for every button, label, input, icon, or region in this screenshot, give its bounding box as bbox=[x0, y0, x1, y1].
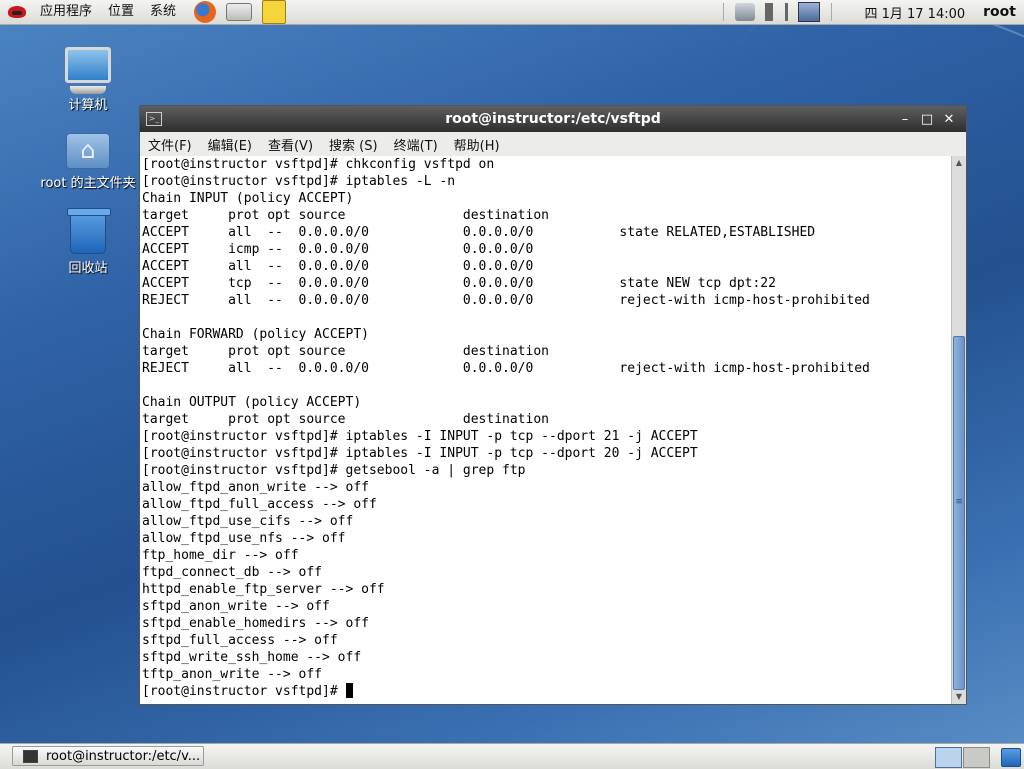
desktop-icon-computer[interactable]: 计算机 bbox=[38, 47, 138, 113]
menu-file[interactable]: 文件(F) bbox=[140, 135, 200, 154]
clock[interactable]: 四 1月 17 14:00 bbox=[864, 3, 965, 22]
mail-client-icon[interactable] bbox=[226, 3, 253, 21]
terminal-line: allow_ftpd_use_nfs --> off bbox=[142, 531, 346, 546]
workspace-2[interactable] bbox=[963, 747, 990, 768]
workspace-switcher bbox=[935, 747, 991, 768]
computer-stand bbox=[70, 86, 106, 94]
window-title: root@instructor:/etc/vsftpd bbox=[445, 111, 661, 127]
terminal-text: [root@instructor vsftpd]# chkconfig vsft… bbox=[140, 156, 951, 700]
menu-search[interactable]: 搜索 (S) bbox=[321, 135, 386, 154]
terminal-line: Chain INPUT (policy ACCEPT) bbox=[142, 191, 354, 206]
terminal-line: ftp_home_dir --> off bbox=[142, 548, 299, 563]
volume-icon[interactable] bbox=[765, 3, 789, 21]
network-manager-icon[interactable] bbox=[735, 3, 756, 21]
close-icon[interactable]: ✕ bbox=[938, 112, 960, 127]
desktop-icon-label: 回收站 bbox=[68, 261, 108, 276]
menu-system[interactable]: 系统 bbox=[142, 0, 184, 24]
trash-icon bbox=[67, 208, 111, 254]
taskbar-window-label: root@instructor:/etc/v... bbox=[46, 748, 201, 764]
home-folder-icon bbox=[66, 133, 110, 169]
redhat-logo-icon[interactable] bbox=[6, 3, 28, 21]
terminal-line: httpd_enable_ftp_server --> off bbox=[142, 582, 385, 597]
user-menu[interactable]: root bbox=[983, 4, 1016, 20]
window-titlebar[interactable]: >_ root@instructor:/etc/vsftpd – □ ✕ bbox=[140, 106, 966, 132]
top-panel: 应用程序 位置 系统 四 1月 17 14:00 root bbox=[0, 0, 1024, 25]
tray-separator bbox=[831, 3, 833, 21]
terminal-line: REJECT all -- 0.0.0.0/0 0.0.0.0/0 reject… bbox=[142, 361, 870, 376]
vertical-scrollbar[interactable]: ▲ ▼ bbox=[951, 156, 966, 704]
minimize-icon[interactable]: – bbox=[894, 112, 916, 127]
menu-terminal[interactable]: 终端(T) bbox=[386, 135, 446, 154]
desktop-icon-label: 计算机 bbox=[68, 98, 108, 113]
terminal-output[interactable]: [root@instructor vsftpd]# chkconfig vsft… bbox=[140, 156, 951, 704]
terminal-line: Chain FORWARD (policy ACCEPT) bbox=[142, 327, 369, 342]
menu-help[interactable]: 帮助(H) bbox=[446, 135, 508, 154]
terminal-line: sftpd_write_ssh_home --> off bbox=[142, 650, 362, 665]
menu-edit[interactable]: 编辑(E) bbox=[200, 135, 260, 154]
terminal-line: [root@instructor vsftpd]# iptables -I IN… bbox=[142, 429, 698, 444]
menu-view[interactable]: 查看(V) bbox=[260, 135, 321, 154]
scroll-down-icon[interactable]: ▼ bbox=[952, 690, 966, 704]
terminal-line: ACCEPT all -- 0.0.0.0/0 0.0.0.0/0 state … bbox=[142, 225, 816, 240]
desktop-icon-home[interactable]: root 的主文件夹 bbox=[38, 133, 138, 191]
terminal-window[interactable]: >_ root@instructor:/etc/vsftpd – □ ✕ 文件(… bbox=[139, 105, 967, 705]
terminal-line: allow_ftpd_anon_write --> off bbox=[142, 480, 369, 495]
menu-applications[interactable]: 应用程序 bbox=[32, 0, 100, 24]
terminal-line: ACCEPT tcp -- 0.0.0.0/0 0.0.0.0/0 state … bbox=[142, 276, 776, 291]
bottom-panel: root@instructor:/etc/v... bbox=[0, 743, 1024, 769]
terminal-line: sftpd_full_access --> off bbox=[142, 633, 338, 648]
firefox-icon[interactable] bbox=[194, 1, 217, 23]
tray-separator bbox=[723, 3, 725, 21]
taskbar-window-button[interactable]: root@instructor:/etc/v... bbox=[12, 746, 204, 766]
terminal-line: [root@instructor vsftpd]# chkconfig vsft… bbox=[142, 157, 495, 172]
computer-icon bbox=[65, 47, 111, 83]
notes-editor-icon[interactable] bbox=[262, 0, 287, 24]
terminal-prompt: [root@instructor vsftpd]# bbox=[142, 684, 346, 699]
terminal-line: ACCEPT icmp -- 0.0.0.0/0 0.0.0.0/0 bbox=[142, 242, 534, 257]
terminal-line: sftpd_enable_homedirs --> off bbox=[142, 616, 369, 631]
maximize-icon[interactable]: □ bbox=[916, 112, 938, 127]
network-status-icon[interactable] bbox=[798, 2, 821, 22]
terminal-line: target prot opt source destination bbox=[142, 412, 549, 427]
terminal-icon bbox=[23, 749, 38, 763]
terminal-line: ftpd_connect_db --> off bbox=[142, 565, 323, 580]
terminal-line: [root@instructor vsftpd]# getsebool -a |… bbox=[142, 463, 526, 478]
terminal-line: [root@instructor vsftpd]# iptables -I IN… bbox=[142, 446, 698, 461]
terminal-line: sftpd_anon_write --> off bbox=[142, 599, 330, 614]
terminal-line: [root@instructor vsftpd]# iptables -L -n bbox=[142, 174, 456, 189]
system-tray: 四 1月 17 14:00 root bbox=[717, 2, 1024, 22]
terminal-line: allow_ftpd_use_cifs --> off bbox=[142, 514, 354, 529]
terminal-menubar: 文件(F) 编辑(E) 查看(V) 搜索 (S) 终端(T) 帮助(H) bbox=[140, 132, 966, 157]
terminal-line: target prot opt source destination bbox=[142, 344, 549, 359]
menu-places[interactable]: 位置 bbox=[100, 0, 142, 24]
desktop-icon-trash[interactable]: 回收站 bbox=[38, 208, 138, 276]
terminal-line: ACCEPT all -- 0.0.0.0/0 0.0.0.0/0 bbox=[142, 259, 534, 274]
terminal-line: target prot opt source destination bbox=[142, 208, 549, 223]
trash-applet-icon[interactable] bbox=[1001, 748, 1021, 767]
terminal-line: tftp_anon_write --> off bbox=[142, 667, 323, 682]
terminal-line: allow_ftpd_full_access --> off bbox=[142, 497, 377, 512]
terminal-line: Chain OUTPUT (policy ACCEPT) bbox=[142, 395, 362, 410]
text-cursor bbox=[345, 683, 353, 698]
window-controls: – □ ✕ bbox=[894, 106, 960, 132]
workspace-1[interactable] bbox=[935, 747, 962, 768]
scrollbar-thumb[interactable] bbox=[953, 336, 965, 690]
terminal-line: REJECT all -- 0.0.0.0/0 0.0.0.0/0 reject… bbox=[142, 293, 870, 308]
scroll-up-icon[interactable]: ▲ bbox=[952, 156, 966, 170]
desktop-icon-label: root 的主文件夹 bbox=[40, 176, 136, 191]
